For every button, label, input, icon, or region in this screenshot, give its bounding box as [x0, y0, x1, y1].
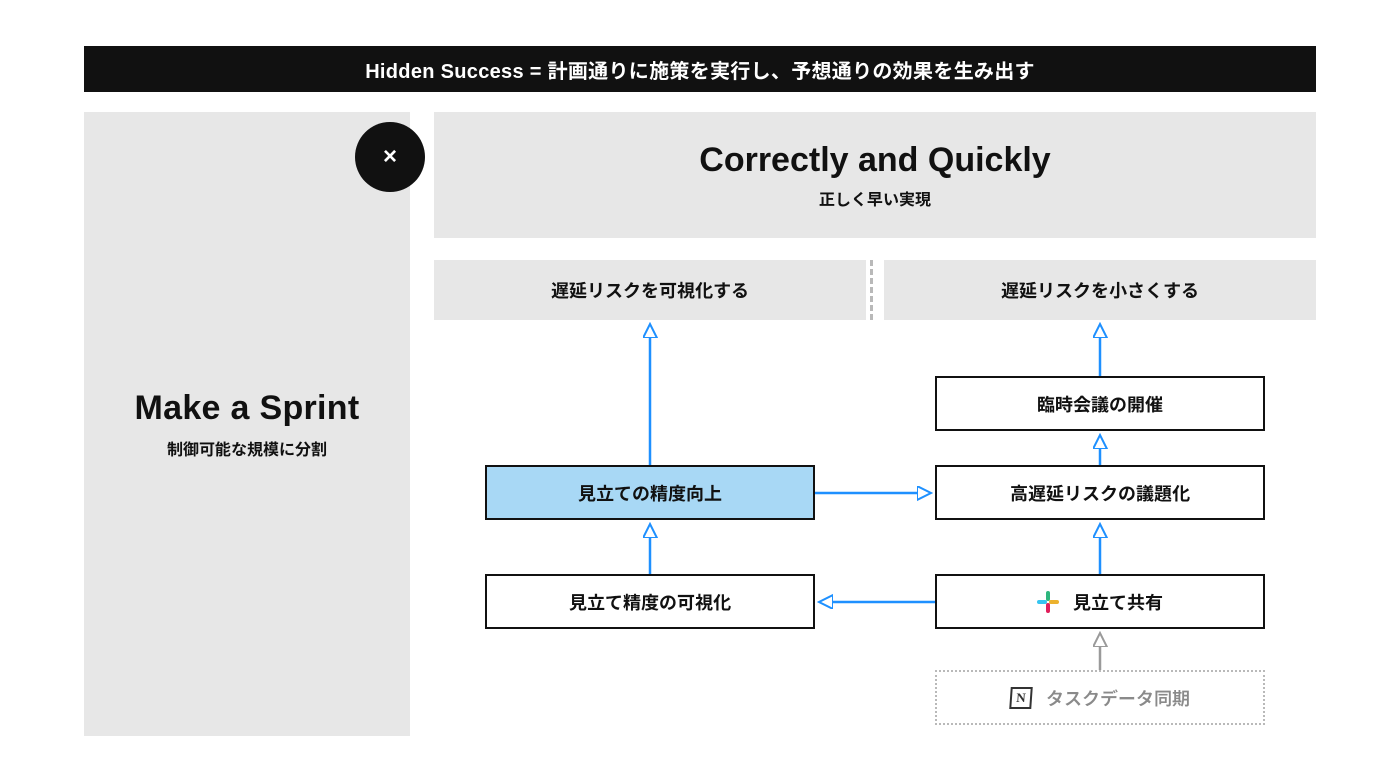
node-accuracy-visualize: 見立て精度の可視化 — [485, 574, 815, 629]
risk-divider — [870, 260, 873, 320]
risk-visualize-label: 遅延リスクを可視化する — [551, 277, 749, 303]
node-high-delay-agenda-label: 高遅延リスクの議題化 — [1010, 480, 1190, 506]
notion-icon: N — [1009, 687, 1033, 709]
node-adhoc-meeting: 臨時会議の開催 — [935, 376, 1265, 431]
node-accuracy-improvement-label: 見立ての精度向上 — [578, 480, 722, 506]
node-share-estimate: 見立て共有 — [935, 574, 1265, 629]
right-title: Correctly and Quickly — [699, 141, 1050, 180]
panel-make-a-sprint: Make a Sprint 制御可能な規模に分割 — [84, 112, 410, 736]
left-subtitle: 制御可能な規模に分割 — [167, 436, 327, 460]
diagram-stage: Hidden Success = 計画通りに施策を実行し、予想通りの効果を生み出… — [0, 0, 1400, 767]
multiply-badge: × — [355, 122, 425, 192]
left-title: Make a Sprint — [135, 389, 360, 428]
risk-reduce-label: 遅延リスクを小さくする — [1001, 277, 1199, 303]
node-accuracy-improvement: 見立ての精度向上 — [485, 465, 815, 520]
risk-visualize-box: 遅延リスクを可視化する — [434, 260, 866, 320]
banner: Hidden Success = 計画通りに施策を実行し、予想通りの効果を生み出… — [84, 46, 1316, 92]
node-task-data-sync: N タスクデータ同期 — [935, 670, 1265, 725]
node-share-estimate-label: 見立て共有 — [1073, 589, 1163, 615]
panel-correctly-quickly: Correctly and Quickly 正しく早い実現 — [434, 112, 1316, 238]
multiply-icon: × — [383, 143, 397, 171]
slack-icon — [1037, 591, 1059, 613]
node-task-data-sync-label: タスクデータ同期 — [1046, 685, 1190, 711]
banner-text: Hidden Success = 計画通りに施策を実行し、予想通りの効果を生み出… — [365, 55, 1035, 84]
vertical-divider — [410, 118, 416, 736]
right-subtitle: 正しく早い実現 — [819, 186, 931, 210]
node-adhoc-meeting-label: 臨時会議の開催 — [1037, 391, 1163, 417]
node-high-delay-agenda: 高遅延リスクの議題化 — [935, 465, 1265, 520]
node-accuracy-visualize-label: 見立て精度の可視化 — [569, 589, 731, 615]
risk-reduce-box: 遅延リスクを小さくする — [884, 260, 1316, 320]
